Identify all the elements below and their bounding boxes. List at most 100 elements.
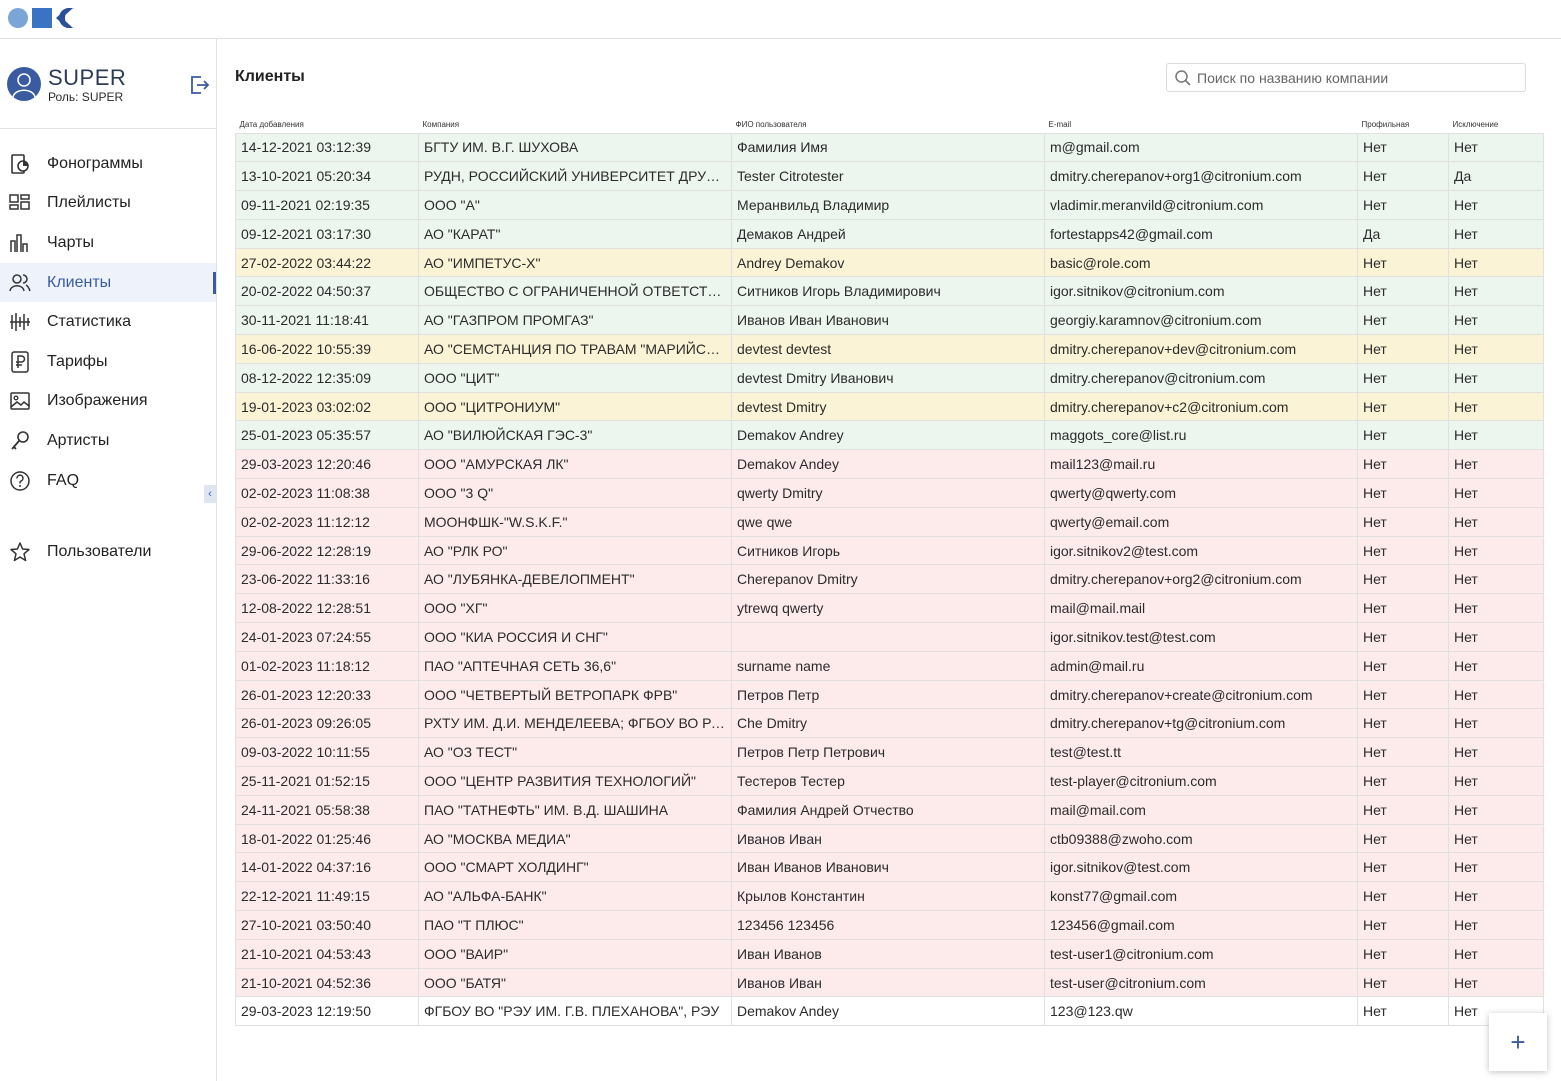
table-row[interactable]: 02-02-2023 11:12:12 МООНФШК-"W.S.K.F." qwe…: [235, 506, 1544, 537]
cell-exclusion: Нет: [1448, 362, 1544, 393]
statistics-icon: [9, 311, 31, 333]
cell-exclusion: Нет: [1448, 881, 1544, 912]
sidebar-item-playlists[interactable]: Плейлисты: [0, 184, 216, 224]
table-row[interactable]: 25-11-2021 01:52:15 ООО "ЦЕНТР РАЗВИТИЯ Т…: [235, 766, 1544, 796]
search-input[interactable]: [1197, 69, 1517, 86]
cell-profile: Нет: [1357, 737, 1449, 768]
cell-user-name: Иванов Иван Иванович: [731, 305, 1045, 336]
table-row[interactable]: 23-06-2022 11:33:16 АО "ЛУБЯНКА-ДЕВЕЛОПМЕ…: [235, 564, 1544, 595]
column-header-company[interactable]: Компания: [419, 117, 732, 133]
cell-date: 16-06-2022 10:55:39: [235, 334, 419, 364]
table-row[interactable]: 29-06-2022 12:28:19 АО "РЛК РО" Ситников И…: [235, 535, 1544, 566]
sidebar-collapse-button[interactable]: ‹: [204, 485, 216, 503]
cell-profile: Нет: [1357, 161, 1449, 192]
cell-date: 09-11-2021 02:19:35: [235, 190, 419, 220]
top-bar: [0, 0, 1561, 39]
cell-profile: Нет: [1357, 650, 1449, 681]
table-row[interactable]: 14-01-2022 04:37:16 ООО "СМАРТ ХОЛДИНГ" Ив…: [235, 852, 1544, 883]
cell-exclusion: Да: [1448, 161, 1544, 192]
cell-company: МООНФШК-"W.S.K.F.": [418, 506, 732, 537]
table-row[interactable]: 22-12-2021 11:49:15 АО "АЛЬФА-БАНК" Крылов…: [235, 881, 1544, 912]
table-row[interactable]: 27-02-2022 03:44:22 АО "ИМПЕТУС-Х" Andrey …: [235, 247, 1544, 278]
cell-exclusion: Нет: [1448, 737, 1544, 768]
table-row[interactable]: 26-01-2023 09:26:05 РХТУ ИМ. Д.И. МЕНДЕЛЕ…: [235, 708, 1544, 739]
add-client-button[interactable]: +: [1489, 1013, 1547, 1071]
cell-company: АО "ИМПЕТУС-Х": [418, 247, 732, 278]
sidebar-item-images[interactable]: Изображения: [0, 382, 216, 422]
cell-company: АО "АЛЬФА-БАНК": [418, 881, 732, 912]
cell-profile: Нет: [1357, 766, 1449, 796]
cell-date: 29-03-2023 12:19:50: [235, 996, 419, 1027]
sidebar-item-clients[interactable]: Клиенты: [0, 262, 216, 303]
table-row[interactable]: 08-12-2022 12:35:09 ООО "ЦИТ" devtest Dmit…: [235, 362, 1544, 393]
cell-user-name: [731, 622, 1045, 652]
cell-date: 25-01-2023 05:35:57: [235, 420, 419, 451]
cell-exclusion: Нет: [1448, 794, 1544, 825]
table-row[interactable]: 12-08-2022 12:28:51 ООО "ХГ" ytrewq qwerty…: [235, 593, 1544, 624]
column-header-date[interactable]: Дата добавления: [236, 117, 419, 133]
table-row[interactable]: 25-01-2023 05:35:57 АО "ВИЛЮЙСКАЯ ГЭС-3" D…: [235, 420, 1544, 451]
table-row[interactable]: 21-10-2021 04:53:43 ООО "ВАИР" Иван Иванов…: [235, 938, 1544, 969]
table-row[interactable]: 30-11-2021 11:18:41 АО "ГАЗПРОМ ПРОМГАЗ" И…: [235, 305, 1544, 336]
table-row[interactable]: 16-06-2022 10:55:39 АО "СЕМСТАНЦИЯ ПО ТРА…: [235, 334, 1544, 364]
sidebar-item-artists[interactable]: Артисты: [0, 421, 216, 461]
cell-user-name: Демаков Андрей: [731, 218, 1045, 249]
cell-user-name: Петров Петр Петрович: [731, 737, 1045, 768]
table-row[interactable]: 18-01-2022 01:25:46 АО "МОСКВА МЕДИА" Иван…: [235, 823, 1544, 854]
cell-company: АО "КАРАТ": [418, 218, 732, 249]
cell-email: test-user@citronium.com: [1044, 967, 1358, 998]
cell-company: ПАО "Т ПЛЮС": [418, 910, 732, 940]
image-icon: [9, 390, 31, 412]
cell-company: ООО "КИА РОССИЯ И СНГ": [418, 622, 732, 652]
sidebar-item-tariffs[interactable]: Тарифы: [0, 342, 216, 382]
table-row[interactable]: 19-01-2023 03:02:02 ООО "ЦИТРОНИУМ" devtes…: [235, 391, 1544, 422]
cell-user-name: Demakov Andey: [731, 996, 1045, 1027]
cell-profile: Нет: [1357, 391, 1449, 422]
cell-user-name: Иван Иванов Иванович: [731, 852, 1045, 883]
column-header-profile[interactable]: Профильная: [1358, 117, 1449, 133]
cell-email: mail123@mail.ru: [1044, 449, 1358, 480]
table-row[interactable]: 20-02-2022 04:50:37 ОБЩЕСТВО С ОГРАНИЧЕНН…: [235, 276, 1544, 307]
user-name: SUPER: [48, 65, 127, 90]
column-header-exclusion[interactable]: Исключение: [1449, 117, 1544, 133]
search-box[interactable]: [1166, 63, 1526, 92]
sidebar-item-faq[interactable]: FAQ: [0, 461, 216, 501]
cell-company: ООО "ХГ": [418, 593, 732, 624]
table-row[interactable]: 13-10-2021 05:20:34 РУДН, РОССИЙСКИЙ УНИВ…: [235, 161, 1544, 192]
cell-date: 14-01-2022 04:37:16: [235, 852, 419, 883]
table-row[interactable]: 24-11-2021 05:58:38 ПАО "ТАТНЕФТЬ" ИМ. В.…: [235, 794, 1544, 825]
table-row[interactable]: 01-02-2023 11:18:12 ПАО "АПТЕЧНАЯ СЕТЬ 36…: [235, 650, 1544, 681]
cell-exclusion: Нет: [1448, 449, 1544, 480]
sidebar-item-charts[interactable]: Чарты: [0, 223, 216, 263]
cell-exclusion: Нет: [1448, 132, 1544, 163]
sidebar-item-statistics[interactable]: Статистика: [0, 302, 216, 342]
table-row[interactable]: 26-01-2023 12:20:33 ООО "ЧЕТВЕРТЫЙ ВЕТРОП…: [235, 679, 1544, 710]
cell-exclusion: Нет: [1448, 593, 1544, 624]
table-row[interactable]: 29-03-2023 12:20:46 ООО "АМУРСКАЯ ЛК" Dema…: [235, 449, 1544, 480]
sidebar-item-phonograms[interactable]: Фонограммы: [0, 144, 216, 184]
user-profile: SUPER Роль: SUPER: [0, 39, 216, 129]
sidebar-item-users[interactable]: Пользователи: [0, 532, 216, 572]
logout-icon[interactable]: [188, 74, 210, 96]
table-row[interactable]: 14-12-2021 03:12:39 БГТУ ИМ. В.Г. ШУХОВА Ф…: [235, 132, 1544, 163]
table-row[interactable]: 09-03-2022 10:11:55 АО "ОЗ ТЕСТ" Петров Пе…: [235, 737, 1544, 768]
column-header-user-name[interactable]: ФИО пользователя: [732, 117, 1045, 133]
cell-company: ООО "ЦИТ": [418, 362, 732, 393]
cell-company: ООО "ЧЕТВЕРТЫЙ ВЕТРОПАРК ФРВ": [418, 679, 732, 710]
cell-email: 123456@gmail.com: [1044, 910, 1358, 940]
table-row[interactable]: 24-01-2023 07:24:55 ООО "КИА РОССИЯ И СНГ…: [235, 622, 1544, 652]
app-logo[interactable]: [7, 7, 77, 29]
column-header-email[interactable]: E-mail: [1045, 117, 1358, 133]
table-row[interactable]: 09-11-2021 02:19:35 ООО "А" Меранвильд Вла…: [235, 190, 1544, 220]
table-row[interactable]: 09-12-2021 03:17:30 АО "КАРАТ" Демаков Анд…: [235, 218, 1544, 249]
cell-user-name: devtest Dmitry Иванович: [731, 362, 1045, 393]
cell-date: 01-02-2023 11:18:12: [235, 650, 419, 681]
cell-exclusion: Нет: [1448, 218, 1544, 249]
table-row[interactable]: 21-10-2021 04:52:36 ООО "БАТЯ" Иванов Иван…: [235, 967, 1544, 998]
table-row[interactable]: 02-02-2023 11:08:38 ООО "3 Q" qwerty Dmitr…: [235, 478, 1544, 508]
table-row[interactable]: 29-03-2023 12:19:50 ФГБОУ ВО "РЭУ ИМ. Г.В…: [235, 996, 1544, 1027]
cell-profile: Нет: [1357, 362, 1449, 393]
table-row[interactable]: 27-10-2021 03:50:40 ПАО "Т ПЛЮС" 123456 12…: [235, 910, 1544, 940]
clients-icon: [9, 272, 31, 294]
cell-company: ПАО "АПТЕЧНАЯ СЕТЬ 36,6": [418, 650, 732, 681]
